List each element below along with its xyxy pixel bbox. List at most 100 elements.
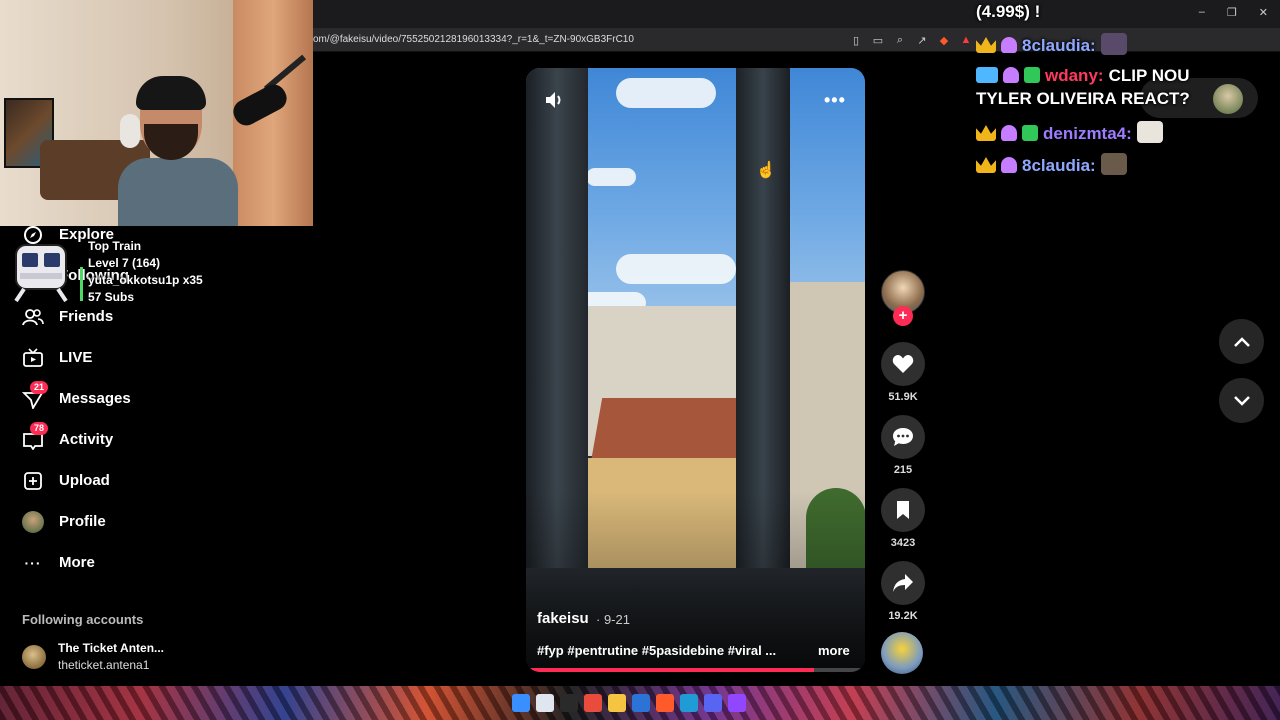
account-handle[interactable]: theticket.antena1 [58,658,149,672]
bookmark-button[interactable] [881,488,925,532]
brave-icon[interactable] [656,694,674,712]
reader-icon[interactable]: ▯ [848,32,864,48]
heart-icon [892,355,914,373]
brave-rewards-icon[interactable]: ▲ [958,32,974,48]
app-icon[interactable] [632,694,650,712]
steam-icon[interactable] [680,694,698,712]
chat-message: 8claudia: [976,153,1127,176]
mouse-cursor-icon: ☝ [756,162,776,179]
windows-start-icon[interactable] [512,694,530,712]
video-player[interactable]: ••• fakeisu · 9-21 #fyp #pentrutine #5pa… [526,68,865,672]
train-subs: 57 Subs [88,290,135,304]
train-icon [14,244,68,303]
share-count: 19.2K [888,610,918,622]
dots-icon: ··· [24,555,42,571]
sidebar-item-label: More [59,554,95,571]
previous-video-button[interactable] [1219,319,1264,364]
sidebar-item-label: Upload [59,472,110,489]
comment-icon [893,428,913,446]
train-progress-bar [80,267,83,301]
streamer [118,70,238,226]
sidebar-item-live[interactable]: LIVE [22,345,92,371]
chat-message-continuation: TYLER OLIVEIRA REACT? [976,89,1190,109]
chevron-down-icon [1233,395,1250,406]
video-date: · 9-21 [596,612,630,627]
address-bar[interactable]: om/@fakeisu/video/7552502128196013334?_r… [313,28,1280,52]
next-video-button[interactable] [1219,378,1264,423]
app-icon[interactable] [584,694,602,712]
sidebar-item-messages[interactable]: 21 Messages [22,381,131,412]
crown-badge-icon [976,125,996,141]
paper-plane-icon: 21 [22,381,48,410]
sidebar-item-activity[interactable]: 78 Activity [22,422,113,453]
mascot-badge-icon [1003,67,1019,83]
chat-username: 8claudia: [1022,36,1096,55]
following-accounts-title: Following accounts [22,612,144,627]
crown-badge-icon [976,37,996,53]
live-tv-icon [22,347,44,369]
minimize-button[interactable]: – [1199,6,1205,19]
url-text[interactable]: om/@fakeisu/video/7552502128196013334?_r… [313,34,634,45]
sidebar-item-label: Activity [59,431,114,448]
restore-button[interactable]: ❐ [1227,6,1237,19]
streamer-webcam [0,0,313,226]
inbox-icon: 78 [22,422,48,451]
chat-username: denizmta4: [1043,124,1132,143]
bookmark-count: 3423 [890,537,916,549]
close-button[interactable]: ✕ [1259,6,1268,19]
account-avatar[interactable] [22,645,46,669]
video-more-options-button[interactable]: ••• [824,90,846,111]
like-count: 51.9K [888,391,918,403]
terminal-icon[interactable] [560,694,578,712]
chat-top-line: (4.99$) ! [976,2,1041,21]
discord-icon[interactable] [704,694,722,712]
messages-badge: 21 [30,381,48,394]
cat-emote-icon [1136,121,1163,143]
video-caption[interactable]: #fyp #pentrutine #5pasidebine #viral ... [537,643,776,658]
sidebar-item-label: Friends [59,308,114,325]
sidebar-item-profile[interactable]: Profile [22,509,106,535]
taskbar-apps [512,694,746,712]
sidebar-item-upload[interactable]: Upload [22,468,110,494]
cast-icon[interactable]: ▭ [870,32,886,48]
account-name[interactable]: The Ticket Anten... [58,641,164,655]
chat-message: wdany: CLIP NOU [976,66,1189,86]
browser-toolbar: ▯ ▭ ⌕ ↗ ◆ ▲ [848,32,974,48]
window-controls: – ❐ ✕ [1199,6,1268,19]
profile-avatar [22,511,44,533]
chat-username: wdany: [1045,66,1104,85]
sound-avatar[interactable] [881,632,923,674]
caption-more-link[interactable]: more [818,643,850,658]
chevron-up-icon [1233,336,1250,347]
sidebar-item-label: Messages [59,390,131,407]
sidebar-item-friends[interactable]: Friends [22,304,113,330]
gift-badge-icon [1022,125,1038,141]
chat-text: CLIP NOU [1108,66,1190,85]
file-explorer-icon[interactable] [608,694,626,712]
gift-badge-icon [1024,67,1040,83]
windows-taskbar [0,686,1280,720]
activity-badge: 78 [30,422,48,435]
browser-titlebar: – ❐ ✕ [313,0,1280,28]
video-author[interactable]: fakeisu [537,610,589,627]
browser-profile-avatar[interactable] [1213,84,1243,114]
brave-shield-icon[interactable]: ◆ [936,32,952,48]
mascot-badge-icon [1001,157,1017,173]
sidebar-item-label: Profile [59,513,106,530]
sidebar-item-label: LIVE [59,349,93,366]
train-level: Level 7 (164) [88,256,161,270]
volume-muted-icon[interactable] [544,90,566,110]
follow-button[interactable]: + [893,306,913,326]
app-icon[interactable] [728,694,746,712]
crown-badge-icon [976,157,996,173]
chat-message: denizmta4: [976,121,1163,144]
share-button[interactable] [881,561,925,605]
zoom-icon[interactable]: ⌕ [892,32,908,48]
video-progress-bar[interactable] [526,668,865,672]
comment-button[interactable] [881,415,925,459]
share-icon[interactable]: ↗ [914,32,930,48]
share-arrow-icon [893,574,913,592]
task-view-icon[interactable] [536,694,554,712]
like-button[interactable] [881,342,925,386]
sidebar-item-more[interactable]: ··· More [22,550,95,576]
